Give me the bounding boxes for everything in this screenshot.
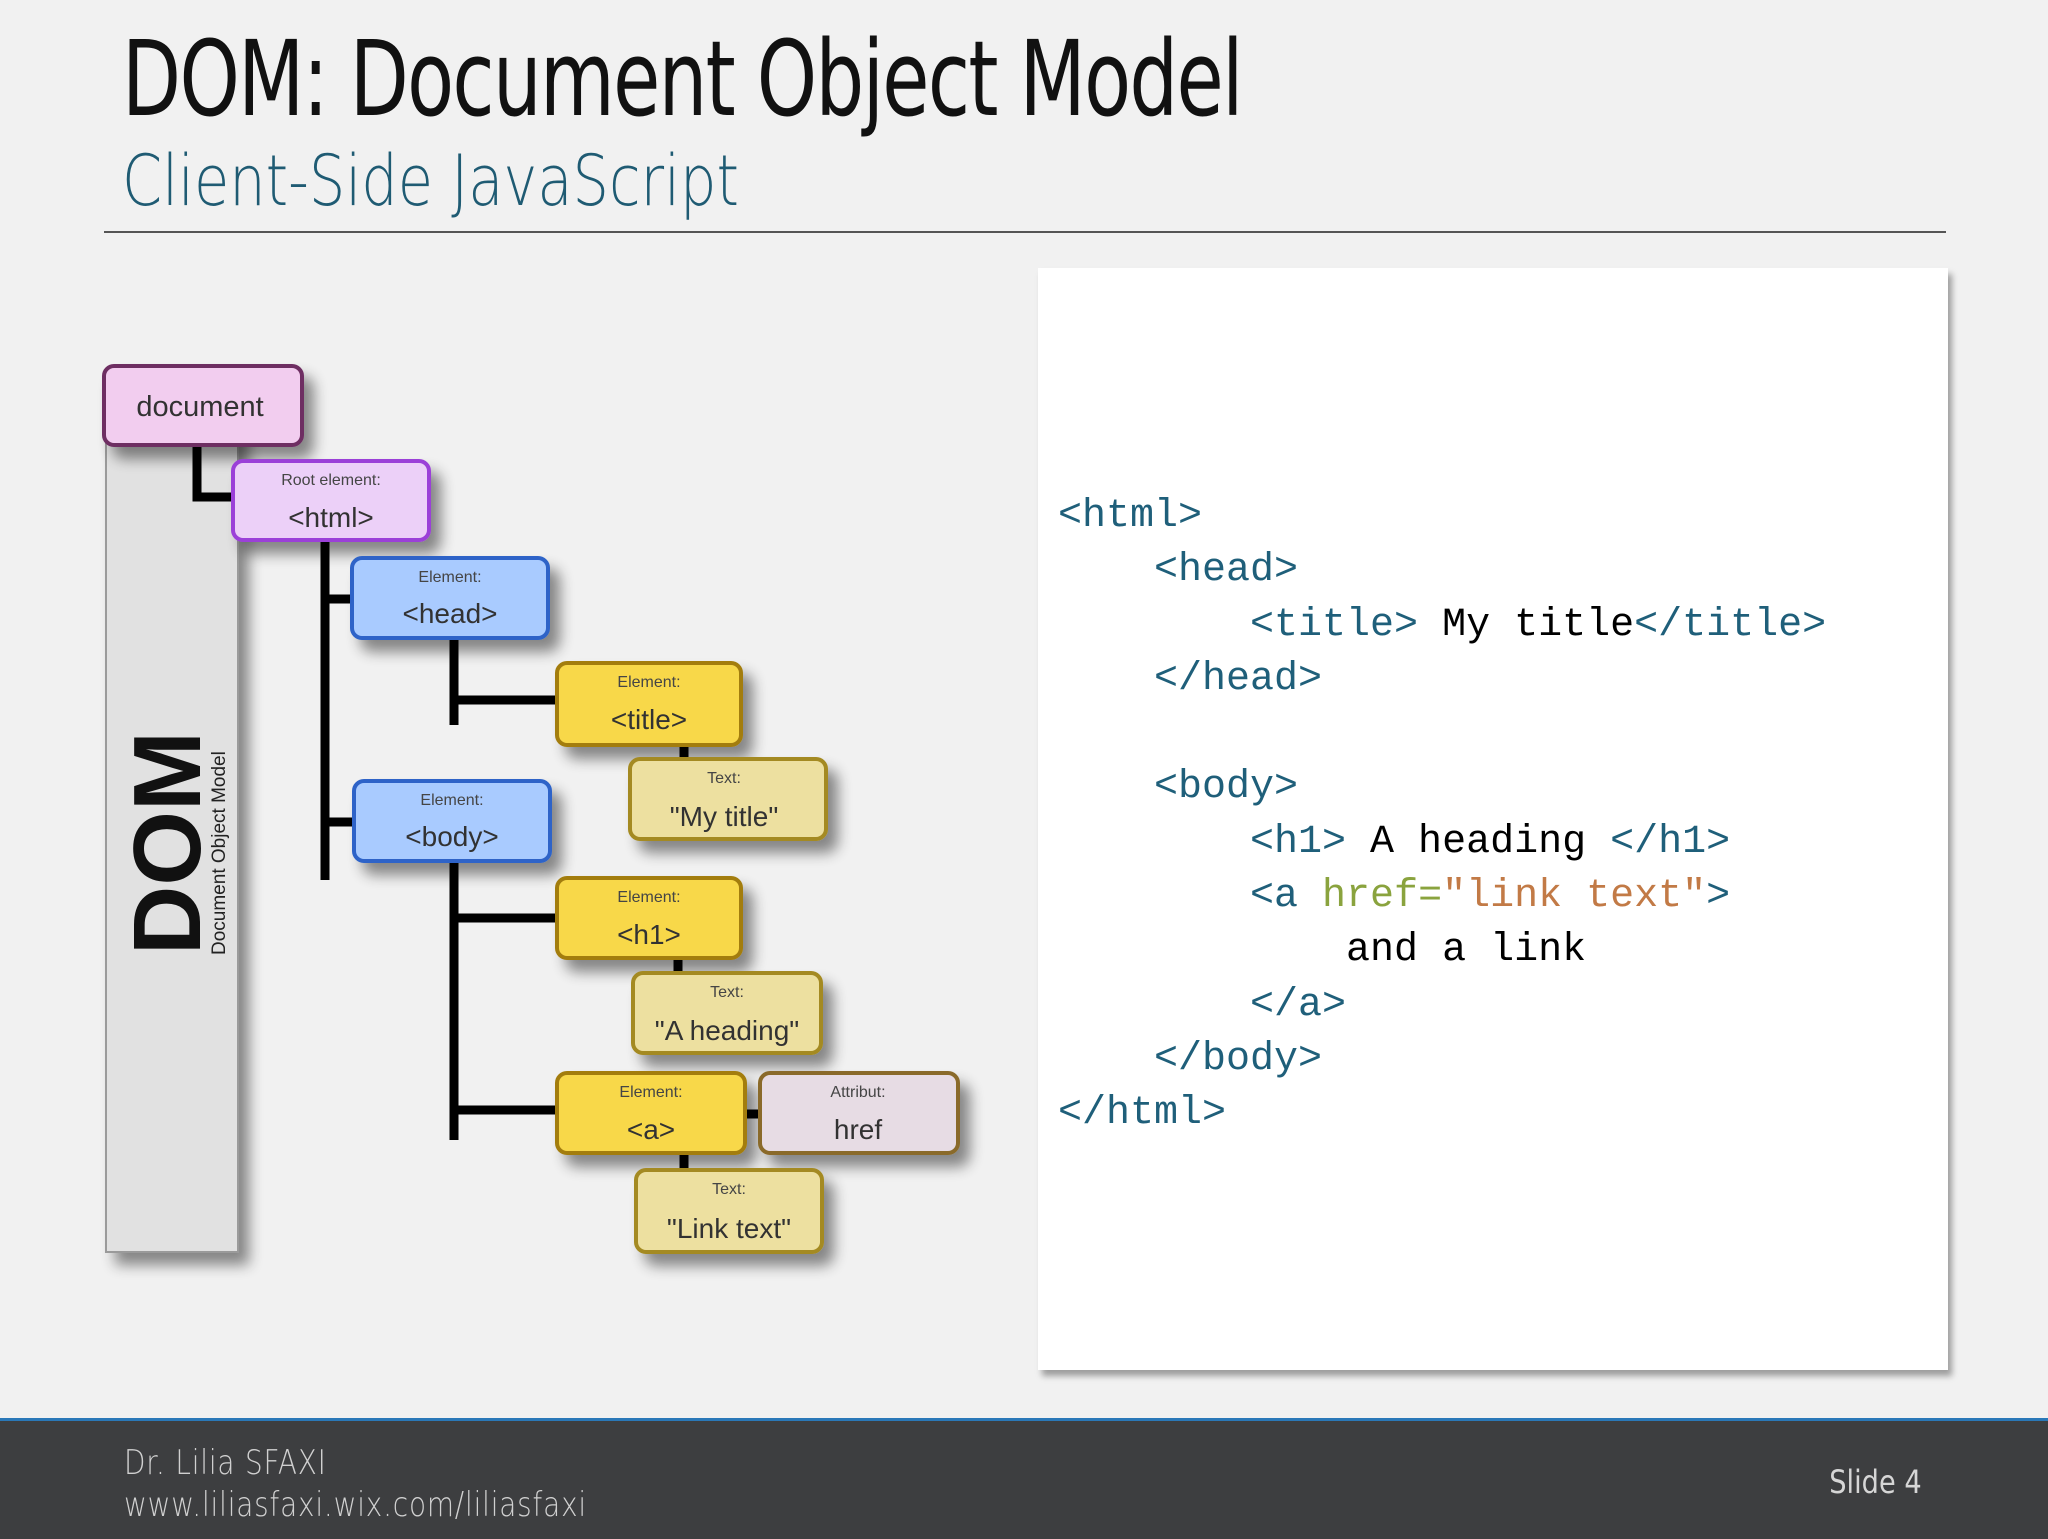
node-title-text-type: Text: <box>707 770 741 787</box>
node-title-type: Element: <box>617 674 680 691</box>
node-title-label: <title> <box>611 704 687 735</box>
node-h1-text: Text: "A heading" <box>631 971 823 1055</box>
node-href: Attribut: href <box>758 1071 960 1155</box>
node-body: Element: <body> <box>352 779 552 863</box>
dom-banner-big: DOM <box>114 731 221 955</box>
code-a-open-end: > <box>1706 874 1731 920</box>
code-a-value: "link text" <box>1442 874 1707 920</box>
node-href-type: Attribut: <box>830 1084 885 1101</box>
code-h1-open: <h1> <box>1250 819 1347 865</box>
node-h1-text-label: "A heading" <box>655 1015 799 1046</box>
dom-tree-diagram: DOM Document Object Model document Root … <box>102 364 960 1254</box>
code-head-close: </head> <box>1154 656 1323 702</box>
code-body-open: <body> <box>1154 765 1299 811</box>
node-head-label: <head> <box>403 598 498 629</box>
code-body-close: </body> <box>1154 1036 1323 1082</box>
code-a-text: and a link <box>1346 928 1587 974</box>
footer-author: Dr. Lilia SFAXI <box>124 1443 327 1483</box>
slide-number: Slide 4 <box>1829 1463 1922 1501</box>
code-h1-text: A heading <box>1346 819 1611 865</box>
code-a-open: <a <box>1250 874 1323 920</box>
node-h1: Element: <h1> <box>555 876 743 960</box>
code-html-open: <html> <box>1058 494 1203 539</box>
node-h1-type: Element: <box>617 889 680 906</box>
code-title-close: </title> <box>1634 602 1827 648</box>
node-html: Root element: <html> <box>231 459 431 542</box>
slide-subtitle: Client-Side JavaScript <box>122 140 739 222</box>
code-panel: <html> <head> <title> My title</title> <… <box>1038 268 1948 1370</box>
dom-banner-small: Document Object Model <box>209 751 230 955</box>
slide-title: DOM: Document Object Model <box>122 18 1243 140</box>
node-a-label: <a> <box>627 1114 675 1145</box>
node-a-text-label: "Link text" <box>667 1213 791 1244</box>
node-a-text: Text: "Link text" <box>634 1168 824 1254</box>
node-head: Element: <head> <box>350 556 550 640</box>
footer-url: www.liliasfaxi.wix.com/liliasfaxi <box>124 1485 587 1525</box>
node-title-text-label: "My title" <box>670 801 779 832</box>
node-h1-text-type: Text: <box>710 984 744 1001</box>
node-html-type: Root element: <box>281 472 381 489</box>
code-a-close: </a> <box>1250 982 1347 1028</box>
code-head-open: <head> <box>1154 548 1299 594</box>
code-a-attr: href= <box>1322 874 1443 920</box>
node-document: document <box>102 364 304 447</box>
code-html-close: </html> <box>1058 1091 1227 1137</box>
node-html-label: <html> <box>288 502 374 533</box>
code-title-text: My title <box>1418 602 1635 648</box>
node-title: Element: <title> <box>555 661 743 747</box>
node-href-label: href <box>834 1114 882 1145</box>
node-body-type: Element: <box>420 792 483 809</box>
code-title-open: <title> <box>1250 602 1419 648</box>
node-head-type: Element: <box>418 569 481 586</box>
html-code-block: <html> <head> <title> My title</title> <… <box>1058 490 1826 1142</box>
node-a: Element: <a> <box>555 1071 747 1155</box>
node-a-text-type: Text: <box>712 1181 746 1198</box>
node-document-label: document <box>136 391 263 423</box>
slide-footer: Dr. Lilia SFAXI www.liliasfaxi.wix.com/l… <box>0 1418 2048 1539</box>
node-a-type: Element: <box>619 1084 682 1101</box>
code-h1-close: </h1> <box>1610 819 1731 865</box>
title-divider <box>104 231 1946 233</box>
node-body-label: <body> <box>405 821 498 852</box>
node-h1-label: <h1> <box>617 919 681 950</box>
node-title-text: Text: "My title" <box>628 757 828 841</box>
